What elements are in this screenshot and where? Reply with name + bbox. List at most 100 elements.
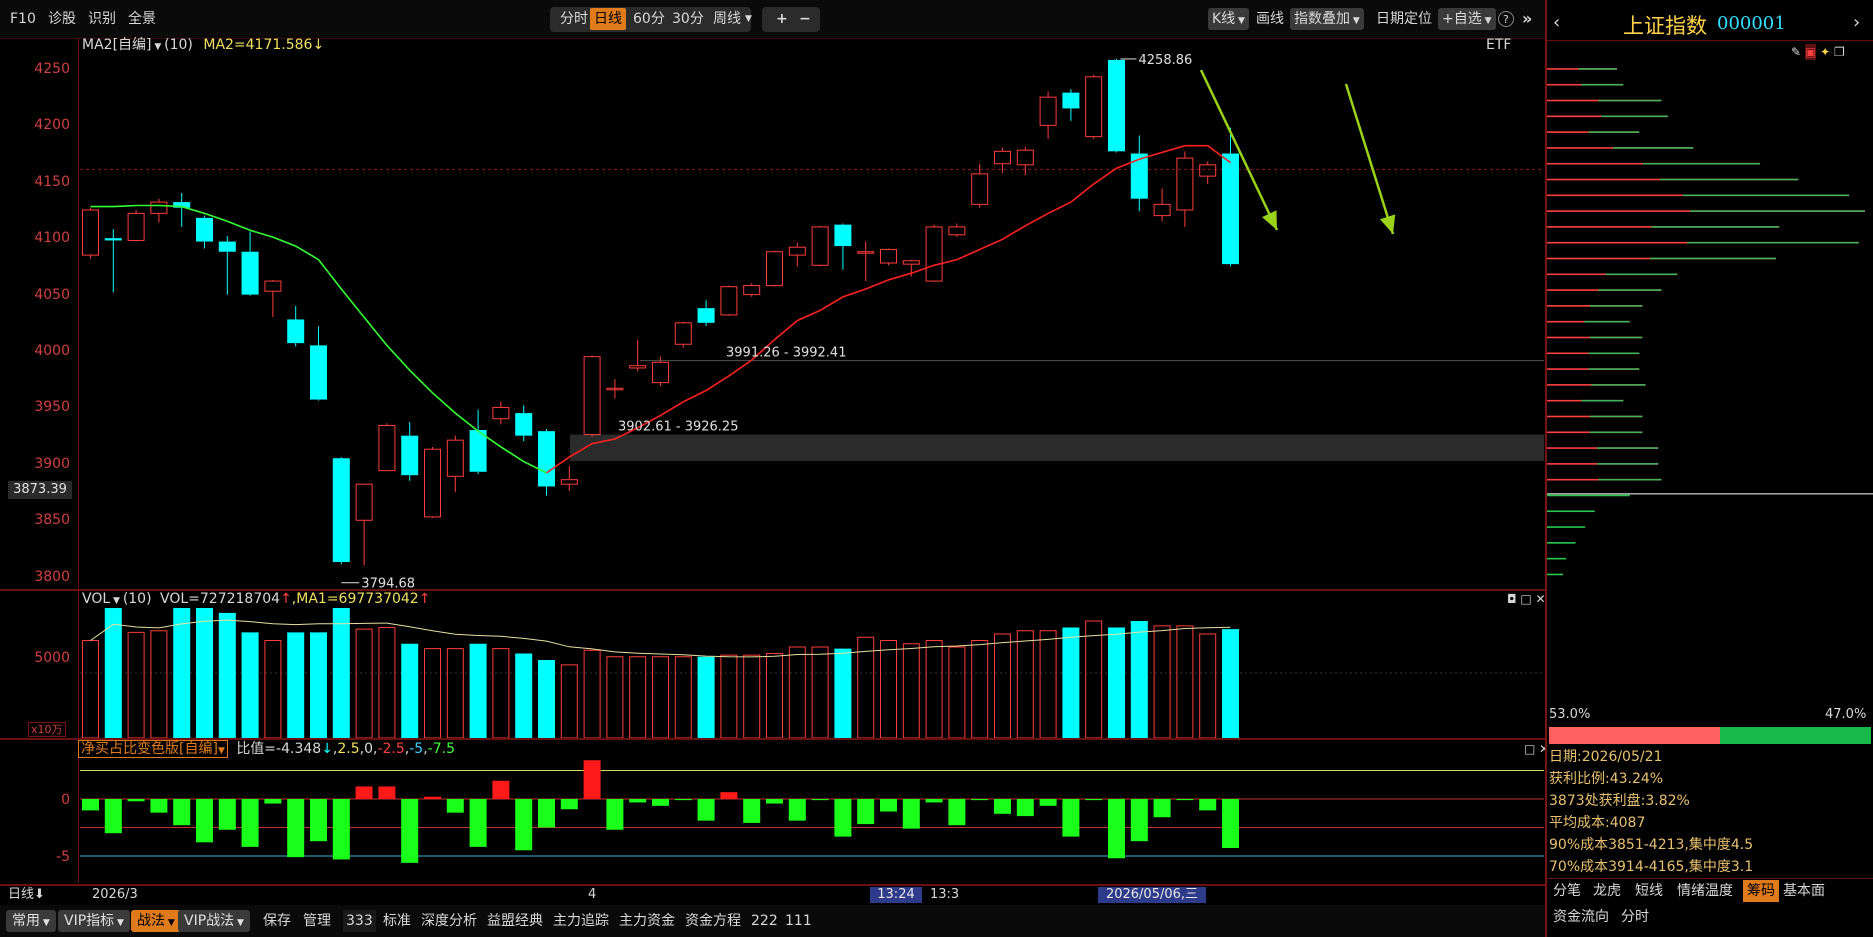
chip-bar-segment bbox=[1581, 399, 1624, 402]
net-ratio-title[interactable]: 净买占比变色版[自编]▼ 比值=-4.348↓,2.5,0,-2.5,-5,-7… bbox=[78, 740, 455, 760]
tab-dragon-tiger[interactable]: 龙虎 bbox=[1589, 880, 1625, 902]
volume-bar bbox=[424, 648, 441, 738]
tab-chips[interactable]: 筹码 bbox=[1743, 880, 1779, 902]
volume-bar bbox=[173, 608, 191, 738]
diagnose-button[interactable]: 诊股 bbox=[44, 8, 80, 30]
candle-body bbox=[629, 365, 647, 369]
net-ratio-bar bbox=[264, 799, 282, 804]
period-label[interactable]: 日线⬇ bbox=[8, 887, 45, 903]
tab-tick[interactable]: 分笔 bbox=[1549, 880, 1585, 902]
tab-sentiment[interactable]: 情绪温度 bbox=[1673, 880, 1737, 902]
index-overlay-button[interactable]: 指数叠加 ▼ bbox=[1290, 8, 1364, 30]
volume-bar bbox=[1108, 627, 1125, 738]
collapse-panel-icon[interactable]: » bbox=[1518, 8, 1536, 30]
candle-body bbox=[424, 448, 441, 518]
period-tab-daily[interactable]: 日线 bbox=[590, 8, 626, 30]
next-stock-icon[interactable]: › bbox=[1853, 12, 1860, 33]
zoom-out-button[interactable]: − bbox=[795, 8, 815, 30]
panorama-button[interactable]: 全景 bbox=[124, 8, 160, 30]
volume-bar bbox=[880, 640, 897, 738]
kline-type-button[interactable]: K线 ▼ bbox=[1208, 8, 1249, 30]
identify-button[interactable]: 识别 bbox=[84, 8, 120, 30]
strategy-button[interactable]: 战法 ▼ bbox=[131, 910, 181, 932]
common-menu-button[interactable]: 常用 ▼ bbox=[6, 910, 56, 932]
volume-bar bbox=[652, 656, 669, 738]
tab-intraday[interactable]: 分时 bbox=[1617, 906, 1653, 928]
indicator-name[interactable]: MA2[自编] bbox=[82, 37, 152, 53]
volume-bar bbox=[241, 632, 259, 738]
help-icon[interactable]: ? bbox=[1498, 11, 1514, 27]
chevron-down-icon: ▼ bbox=[151, 42, 165, 52]
period-tab-60min[interactable]: 60分 bbox=[629, 8, 669, 30]
main-force-capital-tab[interactable]: 主力资金 bbox=[616, 910, 678, 932]
candle-body bbox=[469, 430, 487, 472]
prev-stock-icon[interactable]: ‹ bbox=[1553, 12, 1560, 33]
zoom-in-button[interactable]: + bbox=[772, 8, 792, 30]
draw-line-button[interactable]: 画线 bbox=[1252, 8, 1288, 30]
chevron-down-icon: ▼ bbox=[40, 918, 50, 928]
period-tab-30min[interactable]: 30分 bbox=[668, 8, 708, 30]
candle-body bbox=[1199, 164, 1217, 177]
volume-bar bbox=[82, 640, 99, 738]
capital-equation-tab[interactable]: 资金方程 bbox=[682, 910, 744, 932]
net-ratio-bar bbox=[378, 786, 396, 799]
chip-bar-segment bbox=[1597, 447, 1659, 449]
add-watchlist-button[interactable]: +自选 ▼ bbox=[1438, 8, 1496, 30]
period-chevron-down-icon[interactable]: ▼ bbox=[741, 8, 756, 30]
net-ratio-bar bbox=[1062, 799, 1080, 837]
price-axis-label: 3800 bbox=[34, 568, 70, 585]
main-force-tracking-tab[interactable]: 主力追踪 bbox=[550, 910, 612, 932]
chip-bar-segment bbox=[1687, 241, 1859, 244]
deep-analysis-tab[interactable]: 深度分析 bbox=[418, 910, 480, 932]
chip-bar-segment bbox=[1591, 384, 1646, 386]
info-90-cost: 90%成本3851-4213,集中度4.5 bbox=[1549, 837, 1754, 853]
vip-strategy-button[interactable]: VIP战法 ▼ bbox=[178, 910, 250, 932]
net-ratio-bar bbox=[948, 799, 966, 826]
vip-indicator-button[interactable]: VIP指标 ▼ bbox=[58, 910, 130, 932]
volume-chart[interactable] bbox=[80, 608, 1544, 738]
standard-tab[interactable]: 标准 bbox=[380, 910, 414, 932]
candlestick-chart[interactable]: 4258.86 3794.68 3991.26 - 3992.41 3902.61 -… bbox=[80, 52, 1544, 588]
restore-icon[interactable]: □ bbox=[1520, 592, 1531, 606]
template-111-button[interactable]: 111 bbox=[782, 910, 815, 932]
volume-bar bbox=[287, 632, 305, 738]
indicator-axis-label-0: 0 bbox=[61, 792, 70, 808]
volume-bar bbox=[1222, 629, 1239, 738]
net-ratio-bar bbox=[127, 799, 145, 802]
period-tab-weekly[interactable]: 周线 bbox=[709, 8, 745, 30]
net-ratio-bar bbox=[287, 799, 305, 858]
save-button[interactable]: 保存 bbox=[260, 910, 294, 932]
net-ratio-chart[interactable] bbox=[80, 758, 1544, 884]
net-ratio-indicator-name[interactable]: 净买占比变色版[自编]▼ bbox=[78, 740, 228, 758]
template-222-button[interactable]: 222 bbox=[748, 910, 781, 932]
net-ratio-bar bbox=[994, 799, 1011, 814]
net-ratio-bar bbox=[743, 799, 761, 823]
level-2-5: 2.5 bbox=[337, 741, 360, 757]
tab-short-line[interactable]: 短线 bbox=[1631, 880, 1667, 902]
price-axis-label: 4150 bbox=[34, 173, 70, 190]
restore-icon[interactable]: □ bbox=[1524, 742, 1535, 756]
chip-bar-segment bbox=[1605, 273, 1678, 276]
emoney-classic-tab[interactable]: 益盟经典 bbox=[484, 910, 546, 932]
volume-bar bbox=[583, 649, 601, 738]
template-333-button[interactable]: 333 bbox=[343, 910, 376, 932]
date-locate-button[interactable]: 日期定位 bbox=[1372, 8, 1436, 30]
chevron-down-icon: ▼ bbox=[1350, 16, 1360, 26]
tab-capital-flow[interactable]: 资金流向 bbox=[1549, 906, 1613, 928]
candle-body bbox=[1176, 157, 1194, 211]
volume-indicator-name[interactable]: VOL bbox=[82, 591, 110, 607]
volume-bar bbox=[834, 648, 852, 738]
chip-bar-segment bbox=[1581, 83, 1624, 86]
settings-icon[interactable]: ◘ bbox=[1507, 592, 1517, 606]
manage-button[interactable]: 管理 bbox=[300, 910, 334, 932]
period-tab-intraday[interactable]: 分时 bbox=[556, 8, 592, 30]
net-ratio-bar bbox=[720, 792, 738, 799]
chip-bar-segment bbox=[1578, 68, 1617, 70]
level-0: 0 bbox=[364, 741, 374, 757]
vip-indicator-label: VIP指标 bbox=[64, 913, 115, 929]
chip-distribution-chart[interactable] bbox=[1547, 52, 1873, 588]
volume-title[interactable]: VOL ▼ (10) VOL=727218704↑,MA1=697737042↑ bbox=[82, 590, 430, 610]
tab-fundamentals[interactable]: 基本面 bbox=[1779, 880, 1829, 902]
bottom-toolbar: 常用 ▼ VIP指标 ▼ 战法 ▼ VIP战法 ▼ 保存 管理 333 标准 深… bbox=[0, 905, 1545, 937]
f10-button[interactable]: F10 bbox=[6, 8, 40, 30]
